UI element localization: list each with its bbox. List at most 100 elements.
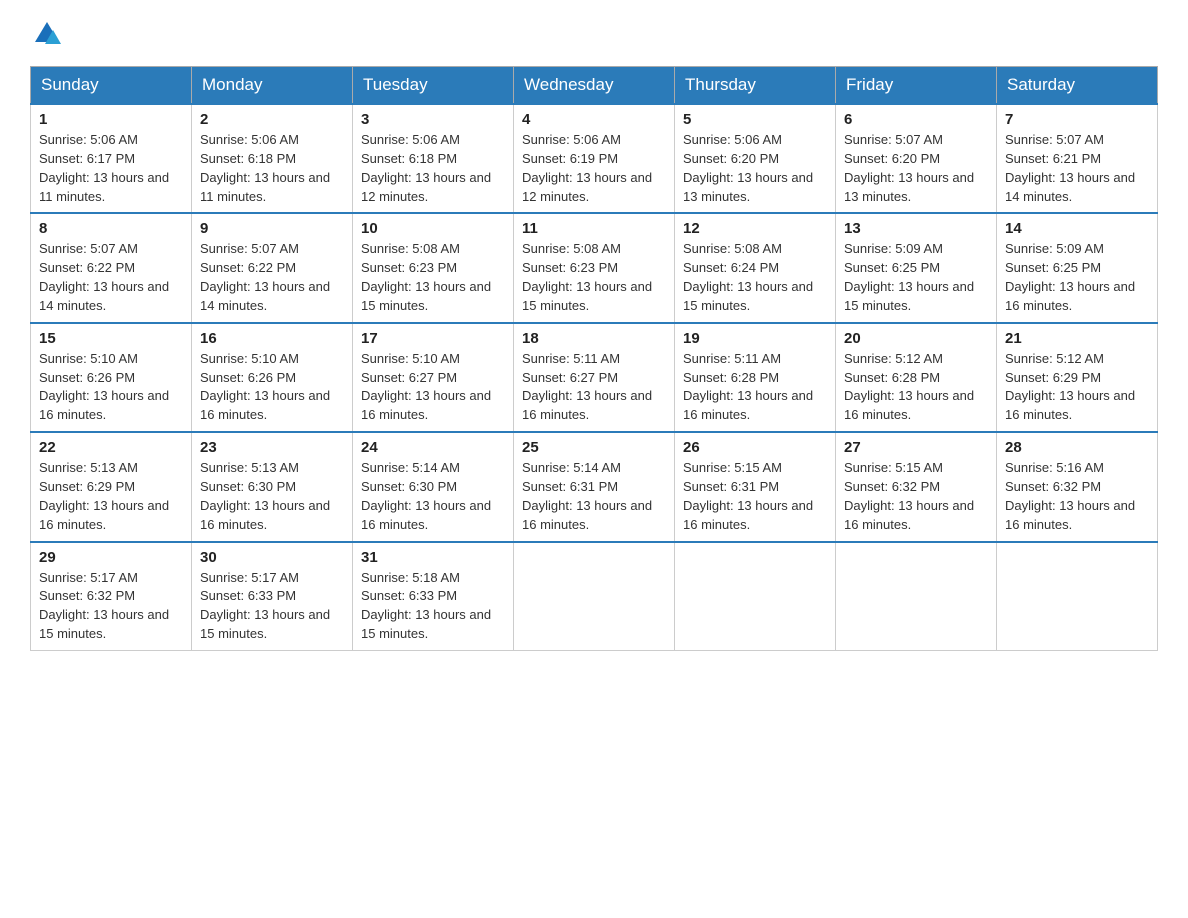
day-number: 31: [361, 549, 505, 566]
day-number: 4: [522, 111, 666, 128]
day-info: Sunrise: 5:09 AMSunset: 6:25 PMDaylight:…: [1005, 240, 1149, 315]
day-number: 11: [522, 220, 666, 237]
page-header: [30, 20, 1158, 48]
day-number: 16: [200, 330, 344, 347]
day-header-monday: Monday: [192, 67, 353, 105]
calendar-cell: 5 Sunrise: 5:06 AMSunset: 6:20 PMDayligh…: [675, 104, 836, 213]
day-number: 13: [844, 220, 988, 237]
calendar-cell: 4 Sunrise: 5:06 AMSunset: 6:19 PMDayligh…: [514, 104, 675, 213]
calendar-cell: 9 Sunrise: 5:07 AMSunset: 6:22 PMDayligh…: [192, 213, 353, 322]
day-number: 28: [1005, 439, 1149, 456]
day-header-friday: Friday: [836, 67, 997, 105]
day-number: 15: [39, 330, 183, 347]
day-header-saturday: Saturday: [997, 67, 1158, 105]
day-info: Sunrise: 5:15 AMSunset: 6:31 PMDaylight:…: [683, 459, 827, 534]
day-number: 22: [39, 439, 183, 456]
day-number: 1: [39, 111, 183, 128]
day-info: Sunrise: 5:18 AMSunset: 6:33 PMDaylight:…: [361, 569, 505, 644]
day-info: Sunrise: 5:13 AMSunset: 6:30 PMDaylight:…: [200, 459, 344, 534]
day-number: 10: [361, 220, 505, 237]
calendar-cell: 14 Sunrise: 5:09 AMSunset: 6:25 PMDaylig…: [997, 213, 1158, 322]
calendar-cell: 13 Sunrise: 5:09 AMSunset: 6:25 PMDaylig…: [836, 213, 997, 322]
day-info: Sunrise: 5:06 AMSunset: 6:17 PMDaylight:…: [39, 131, 183, 206]
day-info: Sunrise: 5:11 AMSunset: 6:27 PMDaylight:…: [522, 350, 666, 425]
calendar-cell: [836, 542, 997, 651]
day-number: 19: [683, 330, 827, 347]
day-info: Sunrise: 5:08 AMSunset: 6:23 PMDaylight:…: [361, 240, 505, 315]
day-number: 6: [844, 111, 988, 128]
day-info: Sunrise: 5:09 AMSunset: 6:25 PMDaylight:…: [844, 240, 988, 315]
calendar-table: SundayMondayTuesdayWednesdayThursdayFrid…: [30, 66, 1158, 651]
calendar-cell: 25 Sunrise: 5:14 AMSunset: 6:31 PMDaylig…: [514, 432, 675, 541]
day-number: 23: [200, 439, 344, 456]
calendar-cell: 22 Sunrise: 5:13 AMSunset: 6:29 PMDaylig…: [31, 432, 192, 541]
calendar-cell: 19 Sunrise: 5:11 AMSunset: 6:28 PMDaylig…: [675, 323, 836, 432]
calendar-cell: 17 Sunrise: 5:10 AMSunset: 6:27 PMDaylig…: [353, 323, 514, 432]
calendar-cell: 1 Sunrise: 5:06 AMSunset: 6:17 PMDayligh…: [31, 104, 192, 213]
calendar-cell: 31 Sunrise: 5:18 AMSunset: 6:33 PMDaylig…: [353, 542, 514, 651]
day-header-tuesday: Tuesday: [353, 67, 514, 105]
calendar-cell: 23 Sunrise: 5:13 AMSunset: 6:30 PMDaylig…: [192, 432, 353, 541]
calendar-cell: 29 Sunrise: 5:17 AMSunset: 6:32 PMDaylig…: [31, 542, 192, 651]
calendar-cell: 2 Sunrise: 5:06 AMSunset: 6:18 PMDayligh…: [192, 104, 353, 213]
calendar-cell: [675, 542, 836, 651]
week-row-2: 8 Sunrise: 5:07 AMSunset: 6:22 PMDayligh…: [31, 213, 1158, 322]
calendar-cell: 3 Sunrise: 5:06 AMSunset: 6:18 PMDayligh…: [353, 104, 514, 213]
day-info: Sunrise: 5:07 AMSunset: 6:22 PMDaylight:…: [200, 240, 344, 315]
calendar-cell: 26 Sunrise: 5:15 AMSunset: 6:31 PMDaylig…: [675, 432, 836, 541]
calendar-cell: 16 Sunrise: 5:10 AMSunset: 6:26 PMDaylig…: [192, 323, 353, 432]
day-info: Sunrise: 5:17 AMSunset: 6:33 PMDaylight:…: [200, 569, 344, 644]
calendar-cell: 10 Sunrise: 5:08 AMSunset: 6:23 PMDaylig…: [353, 213, 514, 322]
day-info: Sunrise: 5:08 AMSunset: 6:24 PMDaylight:…: [683, 240, 827, 315]
calendar-cell: 7 Sunrise: 5:07 AMSunset: 6:21 PMDayligh…: [997, 104, 1158, 213]
day-number: 8: [39, 220, 183, 237]
day-info: Sunrise: 5:08 AMSunset: 6:23 PMDaylight:…: [522, 240, 666, 315]
calendar-cell: 20 Sunrise: 5:12 AMSunset: 6:28 PMDaylig…: [836, 323, 997, 432]
day-header-thursday: Thursday: [675, 67, 836, 105]
day-number: 26: [683, 439, 827, 456]
day-number: 27: [844, 439, 988, 456]
day-info: Sunrise: 5:10 AMSunset: 6:27 PMDaylight:…: [361, 350, 505, 425]
day-number: 14: [1005, 220, 1149, 237]
calendar-cell: 15 Sunrise: 5:10 AMSunset: 6:26 PMDaylig…: [31, 323, 192, 432]
day-info: Sunrise: 5:14 AMSunset: 6:30 PMDaylight:…: [361, 459, 505, 534]
day-number: 24: [361, 439, 505, 456]
day-info: Sunrise: 5:13 AMSunset: 6:29 PMDaylight:…: [39, 459, 183, 534]
day-info: Sunrise: 5:07 AMSunset: 6:21 PMDaylight:…: [1005, 131, 1149, 206]
day-number: 17: [361, 330, 505, 347]
day-info: Sunrise: 5:07 AMSunset: 6:22 PMDaylight:…: [39, 240, 183, 315]
day-number: 21: [1005, 330, 1149, 347]
day-header-wednesday: Wednesday: [514, 67, 675, 105]
day-number: 25: [522, 439, 666, 456]
calendar-cell: [514, 542, 675, 651]
day-number: 30: [200, 549, 344, 566]
day-number: 7: [1005, 111, 1149, 128]
calendar-cell: 11 Sunrise: 5:08 AMSunset: 6:23 PMDaylig…: [514, 213, 675, 322]
week-row-3: 15 Sunrise: 5:10 AMSunset: 6:26 PMDaylig…: [31, 323, 1158, 432]
day-info: Sunrise: 5:11 AMSunset: 6:28 PMDaylight:…: [683, 350, 827, 425]
calendar-cell: 28 Sunrise: 5:16 AMSunset: 6:32 PMDaylig…: [997, 432, 1158, 541]
calendar-header-row: SundayMondayTuesdayWednesdayThursdayFrid…: [31, 67, 1158, 105]
day-number: 20: [844, 330, 988, 347]
calendar-cell: 12 Sunrise: 5:08 AMSunset: 6:24 PMDaylig…: [675, 213, 836, 322]
week-row-5: 29 Sunrise: 5:17 AMSunset: 6:32 PMDaylig…: [31, 542, 1158, 651]
day-info: Sunrise: 5:17 AMSunset: 6:32 PMDaylight:…: [39, 569, 183, 644]
day-info: Sunrise: 5:10 AMSunset: 6:26 PMDaylight:…: [39, 350, 183, 425]
day-info: Sunrise: 5:12 AMSunset: 6:28 PMDaylight:…: [844, 350, 988, 425]
calendar-cell: 30 Sunrise: 5:17 AMSunset: 6:33 PMDaylig…: [192, 542, 353, 651]
day-header-sunday: Sunday: [31, 67, 192, 105]
day-info: Sunrise: 5:07 AMSunset: 6:20 PMDaylight:…: [844, 131, 988, 206]
day-info: Sunrise: 5:14 AMSunset: 6:31 PMDaylight:…: [522, 459, 666, 534]
day-info: Sunrise: 5:06 AMSunset: 6:18 PMDaylight:…: [361, 131, 505, 206]
day-number: 2: [200, 111, 344, 128]
day-info: Sunrise: 5:06 AMSunset: 6:20 PMDaylight:…: [683, 131, 827, 206]
day-info: Sunrise: 5:15 AMSunset: 6:32 PMDaylight:…: [844, 459, 988, 534]
day-info: Sunrise: 5:06 AMSunset: 6:18 PMDaylight:…: [200, 131, 344, 206]
calendar-cell: 27 Sunrise: 5:15 AMSunset: 6:32 PMDaylig…: [836, 432, 997, 541]
day-number: 9: [200, 220, 344, 237]
day-number: 12: [683, 220, 827, 237]
calendar-cell: [997, 542, 1158, 651]
day-number: 18: [522, 330, 666, 347]
day-info: Sunrise: 5:16 AMSunset: 6:32 PMDaylight:…: [1005, 459, 1149, 534]
calendar-cell: 21 Sunrise: 5:12 AMSunset: 6:29 PMDaylig…: [997, 323, 1158, 432]
